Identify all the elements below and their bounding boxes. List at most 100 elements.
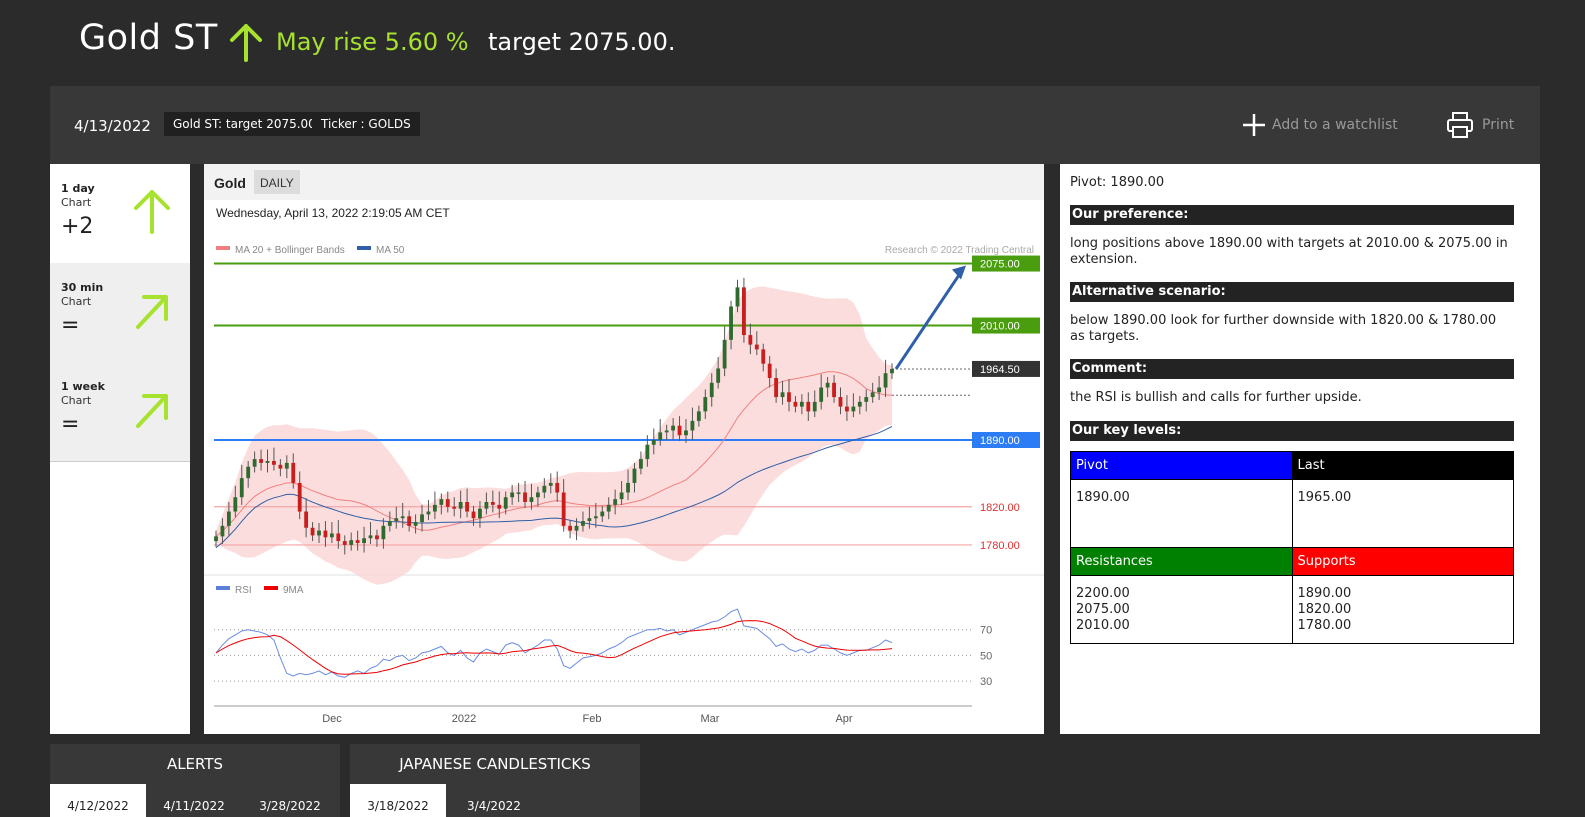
candle-body [619,492,624,500]
timeframe-label: 1 day [61,182,95,195]
candle-body [291,462,296,483]
candle-body [729,306,733,340]
candle-body [420,514,424,523]
chart-header-bg [204,164,1044,200]
candle-body [639,459,643,469]
print-button[interactable]: Print [1446,110,1514,140]
timeframe-sub: Chart [61,196,92,209]
candle-body [355,540,360,544]
x-tick-label: Mar [701,713,720,725]
ticker-tag: Ticker : GOLDS [312,112,420,136]
legend-9ma-swatch [264,586,278,590]
print-label: Print [1482,117,1515,133]
candle-body [535,492,540,498]
candle-body [651,440,656,445]
legend-rsi: RSI [235,585,252,596]
candle-body [426,511,431,515]
candle-body [684,430,688,436]
candle-body [375,535,379,540]
candle-body [516,492,521,494]
candle-body [413,522,418,526]
legend-ma20: MA 20 + Bollinger Bands [235,245,345,256]
timeframe-score: +2 [61,214,94,239]
level-label: 1820.00 [980,502,1020,514]
candle-body [432,504,437,512]
candle-body [780,392,785,398]
legend-ma50-swatch [357,246,371,250]
level-label: 2010.00 [980,321,1020,333]
candle-body [574,525,579,531]
level-label: 1780.00 [980,540,1020,552]
resistances-header: Resistances [1070,547,1293,576]
resistance-value: 2010.00 [1076,618,1130,633]
candle-body [671,425,676,431]
candle-body [716,368,721,383]
candle-body [767,363,772,378]
alert-tab[interactable]: 3/28/2022 [242,784,338,817]
candle-body [677,425,682,436]
candle-body [864,397,869,402]
supports-header: Supports [1291,547,1514,576]
candle-body [246,466,251,479]
candle-body [529,497,534,502]
candle-body [497,504,502,509]
candle-body [265,460,270,463]
candle-body [349,540,354,545]
candle-body [503,497,508,509]
candle-body [832,382,836,398]
candle-body [484,502,489,509]
printer-icon [1447,112,1473,138]
resistance-value: 2075.00 [1076,602,1130,617]
support-value: 1780.00 [1297,618,1352,633]
plus-icon [1243,114,1265,136]
rsi-level-label: 70 [980,625,992,637]
supports-values: 1890.00 1820.00 1780.00 [1291,575,1514,644]
last-header: Last [1291,451,1514,480]
candlestick-tab[interactable]: 3/4/2022 [446,784,542,817]
timeframe-label: 1 week [61,380,105,393]
alert-tab[interactable]: 4/11/2022 [146,784,242,817]
price-chart[interactable]: Gold DAILY Wednesday, April 13, 2022 2:1… [204,164,1044,734]
pivot-line: Pivot: 1890.00 [1070,175,1165,190]
legend-ma50: MA 50 [376,245,405,256]
alternative-text: below 1890.00 look for further downside … [1070,313,1497,344]
alerts-title: ALERTS [166,755,224,773]
candle-body [284,462,289,469]
price-chart-panel: Gold DAILY Wednesday, April 13, 2022 2:1… [204,164,1044,734]
analysis-panel: Pivot: 1890.00 Our preference: long posi… [1060,164,1540,734]
level-label: 1964.50 [980,364,1020,376]
candle-body [709,382,714,398]
key-levels-table: Pivot Last 1890.00 1965.00 Resistances S… [1070,451,1514,644]
rise-forecast: May rise 5.60 % [276,28,469,56]
chart-instrument: Gold [214,175,246,191]
candle-body [510,492,515,498]
candle-body [581,521,585,526]
analysis-date: 4/13/2022 [74,117,151,135]
timeframe-30-min[interactable]: 30 min Chart = [50,263,190,363]
rsi-level-label: 30 [980,676,992,688]
timeframe-1-week[interactable]: 1 week Chart = [50,362,190,462]
candle-body [407,516,412,526]
candlestick-tab[interactable]: 3/18/2022 [350,784,446,817]
timeframe-score: = [61,313,80,338]
up-arrow-icon [230,24,262,62]
candle-body [259,459,263,463]
alert-tab[interactable]: 4/12/2022 [50,784,146,817]
candle-body [799,401,804,407]
candle-body [568,525,573,531]
comment-heading: Comment: [1070,359,1514,379]
pivot-header: Pivot [1070,451,1293,480]
candle-body [787,392,791,402]
candle-body [722,339,727,369]
timeframe-score: = [61,412,80,437]
candle-body [632,468,637,483]
rsi-9ma-line [215,620,893,675]
candle-body [220,525,225,537]
support-value: 1820.00 [1297,602,1352,617]
candle-body [523,492,527,502]
timeframe-1-day[interactable]: 1 day Chart +2 [50,164,190,264]
candle-body [226,511,231,526]
add-to-watchlist-button[interactable]: Add to a watchlist [1242,110,1398,140]
timeframe-sub: Chart [61,394,92,407]
candle-body [452,506,457,509]
